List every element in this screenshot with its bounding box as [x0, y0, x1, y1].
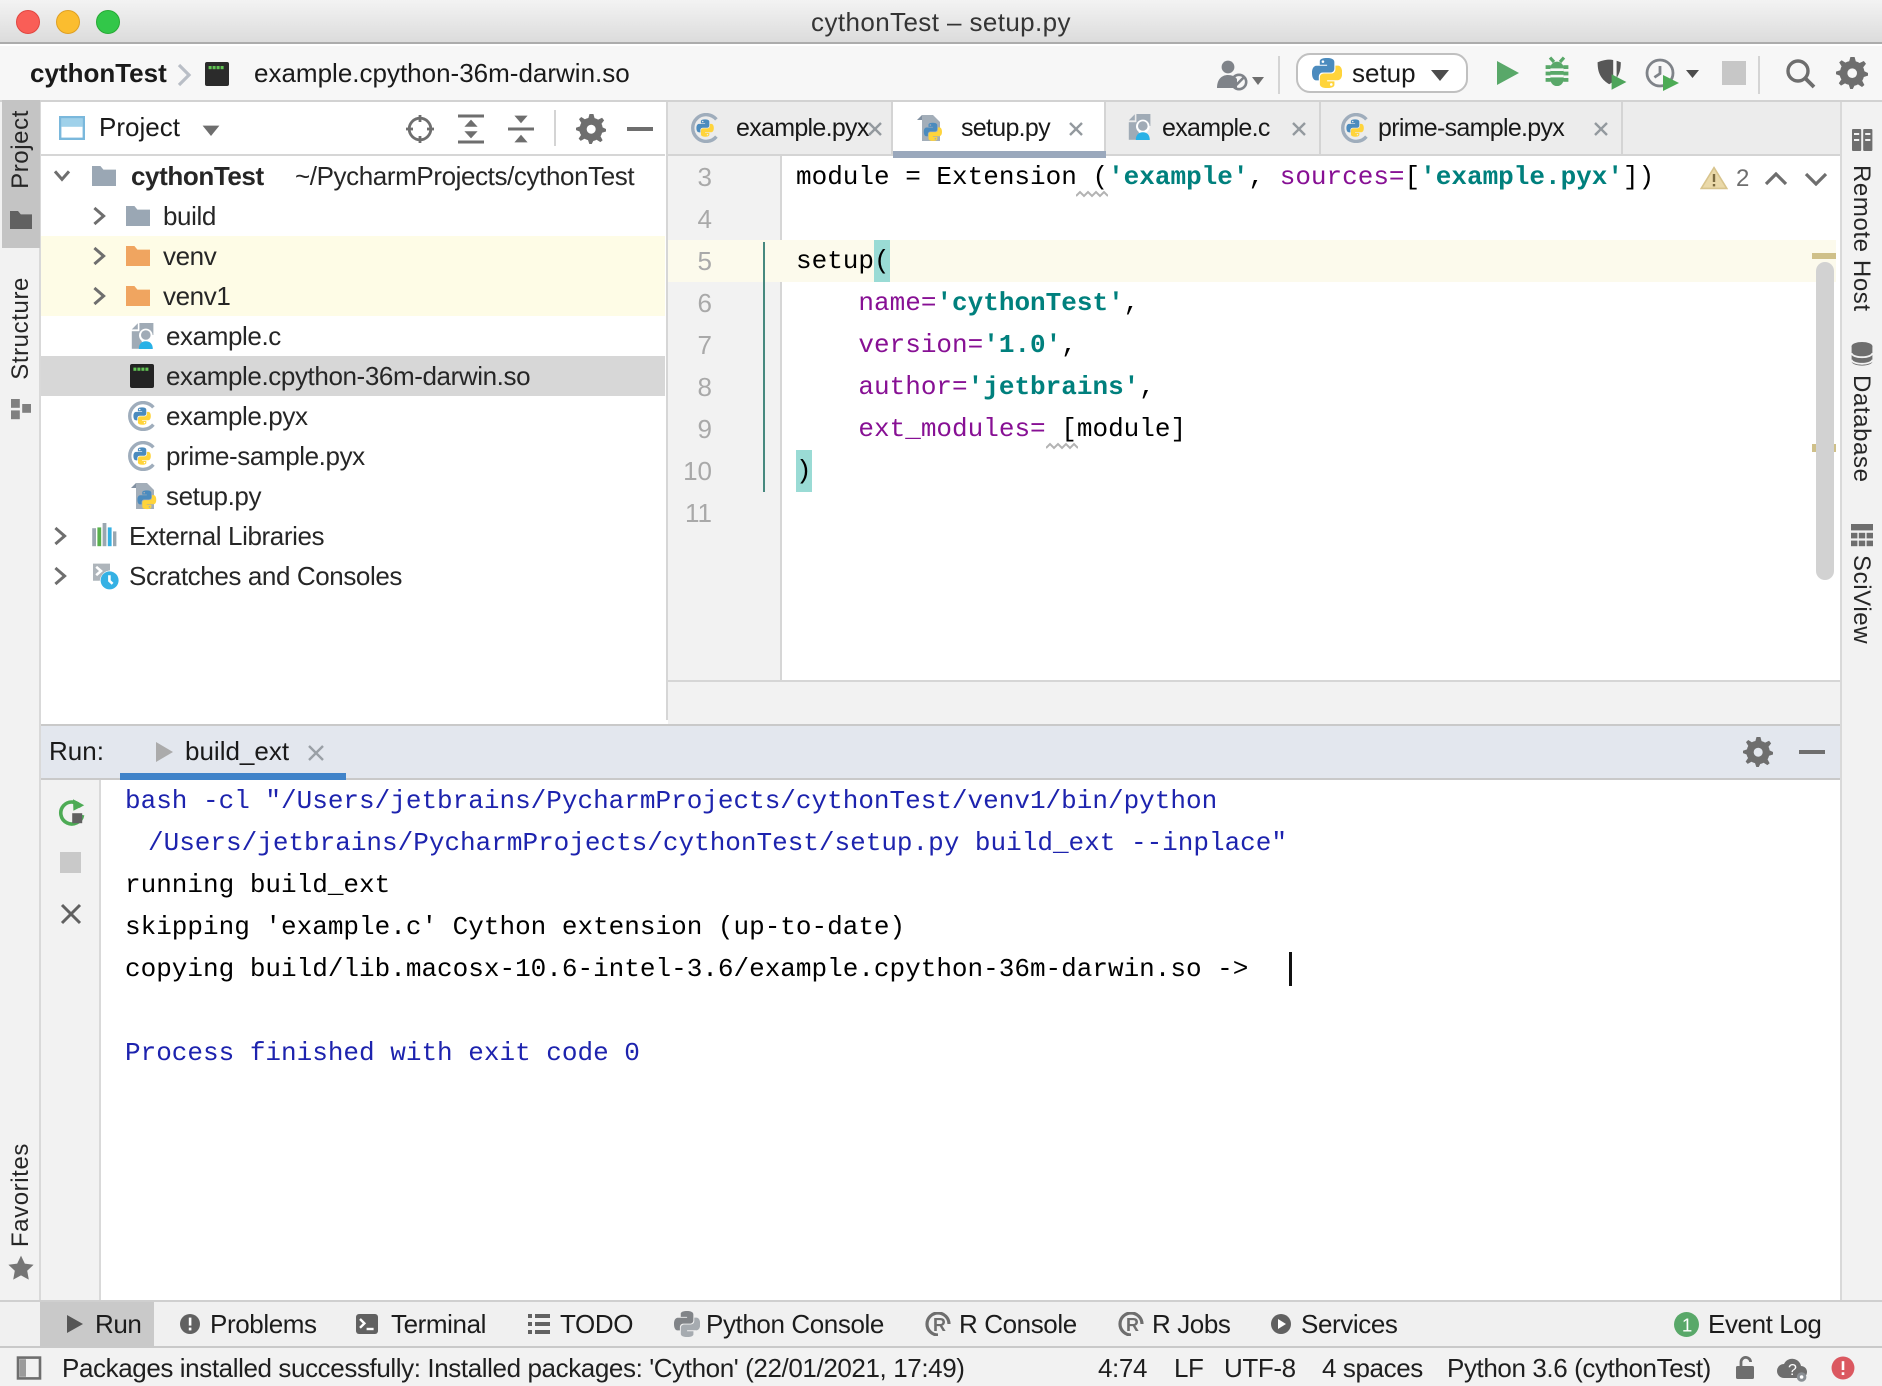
svg-text:R: R — [933, 1315, 946, 1335]
svg-text:1: 1 — [1682, 1314, 1692, 1335]
svg-text:?: ? — [1788, 1362, 1797, 1379]
svg-text:R: R — [1126, 1315, 1139, 1335]
